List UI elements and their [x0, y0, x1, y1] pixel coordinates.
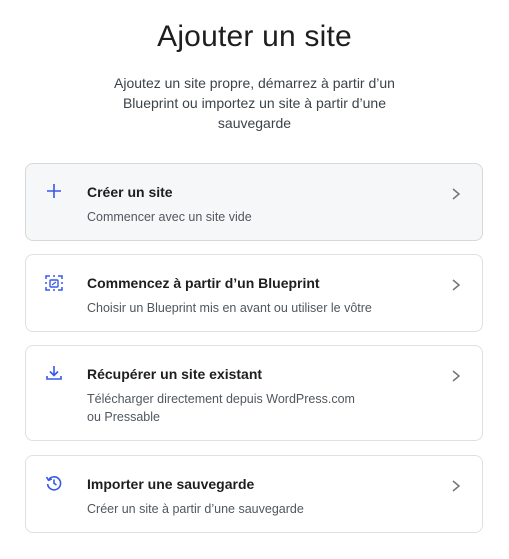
blueprint-icon: [45, 275, 63, 291]
create-site-option[interactable]: Créer un site Commencer avec un site vid…: [25, 163, 483, 241]
chevron-right-icon: [452, 370, 461, 382]
option-title: Importer une sauvegarde: [87, 476, 255, 492]
chevron-right-icon: [452, 188, 461, 200]
page-title: Ajouter un site: [157, 20, 352, 53]
option-description: Commencer avec un site vide: [87, 210, 252, 224]
option-description-line1: Télécharger directement depuis WordPress…: [87, 392, 355, 406]
page-subtitle: Ajoutez un site propre, démarrez à parti…: [114, 75, 395, 131]
option-title: Commencez à partir d’un Blueprint: [87, 275, 320, 291]
chevron-right-icon: [452, 480, 461, 492]
option-description: Choisir un Blueprint mis en avant ou uti…: [87, 301, 372, 315]
option-title: Récupérer un site existant: [87, 366, 263, 382]
history-icon: [45, 476, 62, 491]
chevron-right-icon: [452, 279, 461, 291]
download-icon: [46, 366, 62, 380]
pull-site-option[interactable]: Récupérer un site existant Télécharger d…: [25, 345, 483, 441]
option-title: Créer un site: [87, 184, 173, 200]
import-backup-option[interactable]: Importer une sauvegarde Créer un site à …: [25, 455, 483, 533]
plus-icon: [47, 184, 61, 198]
option-description-line2: ou Pressable: [87, 410, 160, 424]
blueprint-option[interactable]: Commencez à partir d’un Blueprint Choisi…: [25, 254, 483, 332]
option-description: Créer un site à partir d’une sauvegarde: [87, 502, 304, 516]
